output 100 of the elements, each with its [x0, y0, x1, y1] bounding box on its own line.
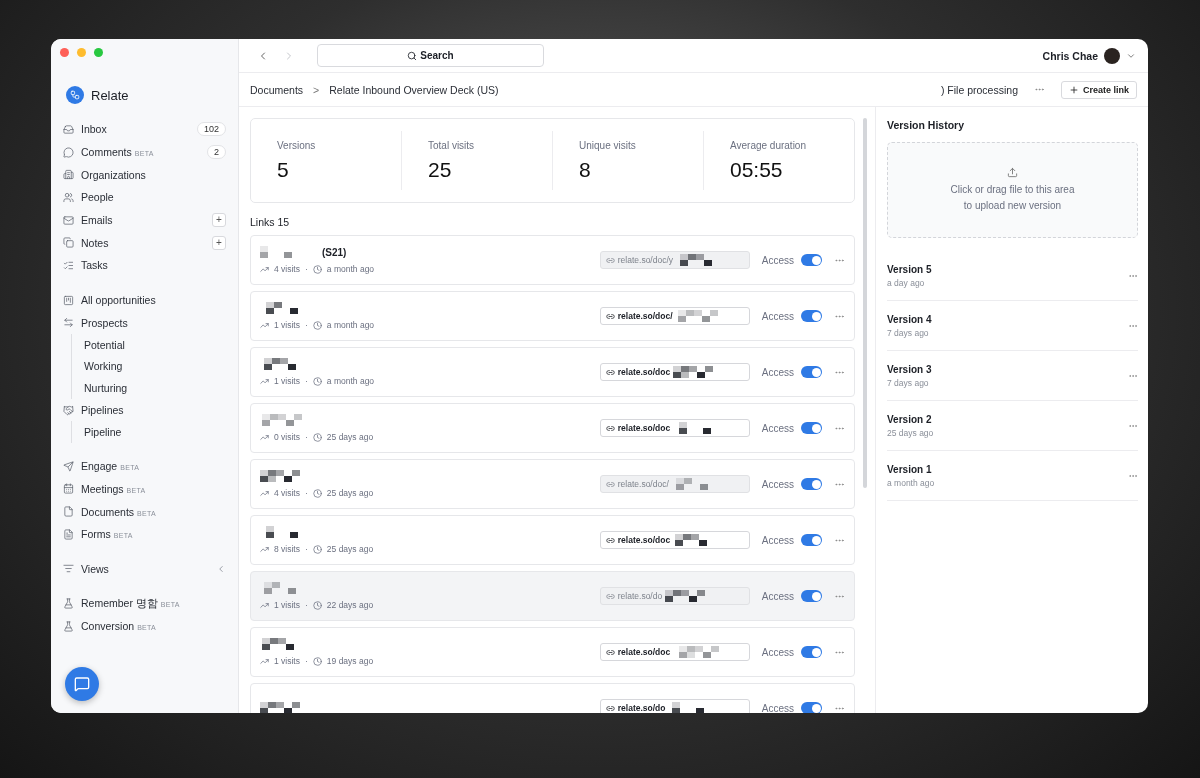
nav-icon [63, 483, 74, 495]
sidebar-item[interactable]: Prospects [63, 311, 226, 335]
version-name: Version 2 [887, 413, 933, 425]
sidebar-subitem[interactable]: Working [84, 355, 226, 378]
add-button[interactable]: + [212, 235, 226, 250]
sidebar-item[interactable]: Pipelines [63, 398, 226, 422]
access-toggle[interactable] [801, 310, 822, 322]
link-url-field[interactable]: relate.so/doc [599, 419, 750, 437]
visits-count: 4 visits [274, 488, 300, 498]
link-row[interactable]: 8 visits · 25 days ago relate.so/doc Access [250, 515, 855, 565]
link-url-field[interactable]: relate.so/do [599, 699, 750, 713]
window-zoom-button[interactable] [94, 48, 103, 57]
user-name: Chris Chae [1042, 49, 1098, 62]
access-toggle[interactable] [801, 534, 822, 546]
link-icon [605, 703, 615, 713]
chat-button[interactable] [65, 667, 99, 701]
search-field[interactable]: Search [317, 44, 544, 67]
nav-icon [63, 404, 74, 416]
version-time: a month ago [887, 477, 936, 488]
sidebar-item[interactable]: All opportunities [63, 288, 226, 312]
link-icon [605, 311, 615, 321]
window-minimize-button[interactable] [77, 48, 86, 57]
sidebar-subitem[interactable]: Nurturing [84, 377, 226, 399]
access-label: Access [761, 702, 794, 713]
nav-icon [63, 146, 74, 158]
chart-icon [260, 656, 269, 666]
upload-icon [1007, 166, 1018, 178]
version-name: Version 1 [887, 463, 933, 475]
link-row[interactable]: 1 visits · a month ago relate.so/doc/ Access [250, 291, 855, 341]
meta-separator: · [305, 432, 308, 442]
sidebar-item[interactable]: Views [63, 557, 226, 581]
sidebar-item[interactable]: Inbox 102 [63, 118, 226, 141]
logo-icon [66, 86, 84, 104]
link-row[interactable]: 1 visits · 19 days ago relate.so/doc Access [250, 627, 855, 677]
visits-count: 1 visits [274, 600, 300, 610]
sidebar-subitem[interactable]: Pipeline [84, 421, 226, 443]
link-row[interactable]: 1 visits · a month ago relate.so/doc Access [250, 347, 855, 397]
link-icon [605, 591, 615, 601]
visits-count: 4 visits [274, 264, 300, 274]
breadcrumb-item: Relate Inbound Overview Deck (US) [329, 83, 499, 96]
nav-icon [63, 598, 74, 610]
nav-icon [63, 506, 74, 518]
chevron-icon[interactable] [216, 563, 226, 574]
access-toggle[interactable] [801, 366, 822, 378]
sidebar-item[interactable]: Organizations [63, 163, 226, 187]
breadcrumb-item[interactable]: Documents [250, 83, 304, 96]
meta-separator: · [305, 488, 308, 498]
nav-icon [63, 317, 74, 329]
plus-icon [1068, 84, 1079, 95]
sidebar-subitem[interactable]: Potential [84, 334, 226, 356]
chart-icon [260, 320, 269, 330]
access-toggle[interactable] [801, 422, 822, 434]
link-icon [605, 423, 615, 433]
sidebar-item[interactable]: Emails + [63, 208, 226, 232]
stat-value: 05:55 [730, 157, 784, 182]
avatar[interactable] [1104, 47, 1120, 64]
upload-dropzone[interactable]: Click or drag file to this area to upload new version [887, 142, 1138, 238]
meta-separator: · [305, 320, 308, 330]
clock-icon [312, 376, 322, 386]
link-icon [605, 647, 615, 657]
links-heading: Links 15 [250, 216, 291, 228]
link-row[interactable]: 0 visits · 25 days ago relate.so/doc Access [250, 403, 855, 453]
version-name: Version 3 [887, 363, 933, 375]
sidebar-item[interactable]: Notes + [63, 231, 226, 255]
access-toggle[interactable] [801, 646, 822, 658]
sidebar-item[interactable]: People [63, 186, 226, 209]
chat-icon [74, 676, 90, 692]
version-time: 7 days ago [887, 377, 930, 388]
access-label: Access [761, 590, 794, 602]
link-time: a month ago [326, 264, 375, 274]
access-toggle[interactable] [801, 702, 822, 713]
nav-icon [63, 123, 74, 135]
nav-icon [63, 237, 74, 249]
version-time: a day ago [887, 277, 926, 288]
chart-icon [260, 376, 269, 386]
add-button[interactable]: + [212, 213, 226, 228]
visits-count: 1 visits [274, 376, 300, 386]
chart-icon [260, 600, 269, 610]
link-time: a month ago [326, 320, 375, 330]
link-row[interactable]: relate.so/do Access [250, 683, 855, 713]
sidebar-item[interactable]: Tasks [63, 254, 226, 277]
access-label: Access [761, 310, 794, 322]
nav-icon [63, 214, 74, 226]
link-time: a month ago [326, 376, 375, 386]
link-url-field[interactable]: relate.so/doc [599, 643, 750, 661]
window-close-button[interactable] [60, 48, 69, 57]
clock-icon [312, 544, 322, 554]
nav-icon [63, 460, 74, 472]
nav-icon [63, 169, 74, 181]
access-label: Access [761, 534, 794, 546]
link-url-field[interactable]: relate.so/doc [599, 363, 750, 381]
link-url-field[interactable]: relate.so/doc [599, 531, 750, 549]
visits-count: 1 visits [274, 656, 300, 666]
link-icon [605, 367, 615, 377]
scrollbar-thumb[interactable] [863, 118, 867, 488]
upload-hint: Click or drag file to this area to upload new version [950, 182, 1075, 213]
link-url-field[interactable]: relate.so/doc/ [599, 307, 750, 325]
link-time: 19 days ago [326, 656, 374, 666]
nav-icon [63, 259, 74, 271]
create-link-button[interactable]: Create link [1060, 80, 1137, 99]
